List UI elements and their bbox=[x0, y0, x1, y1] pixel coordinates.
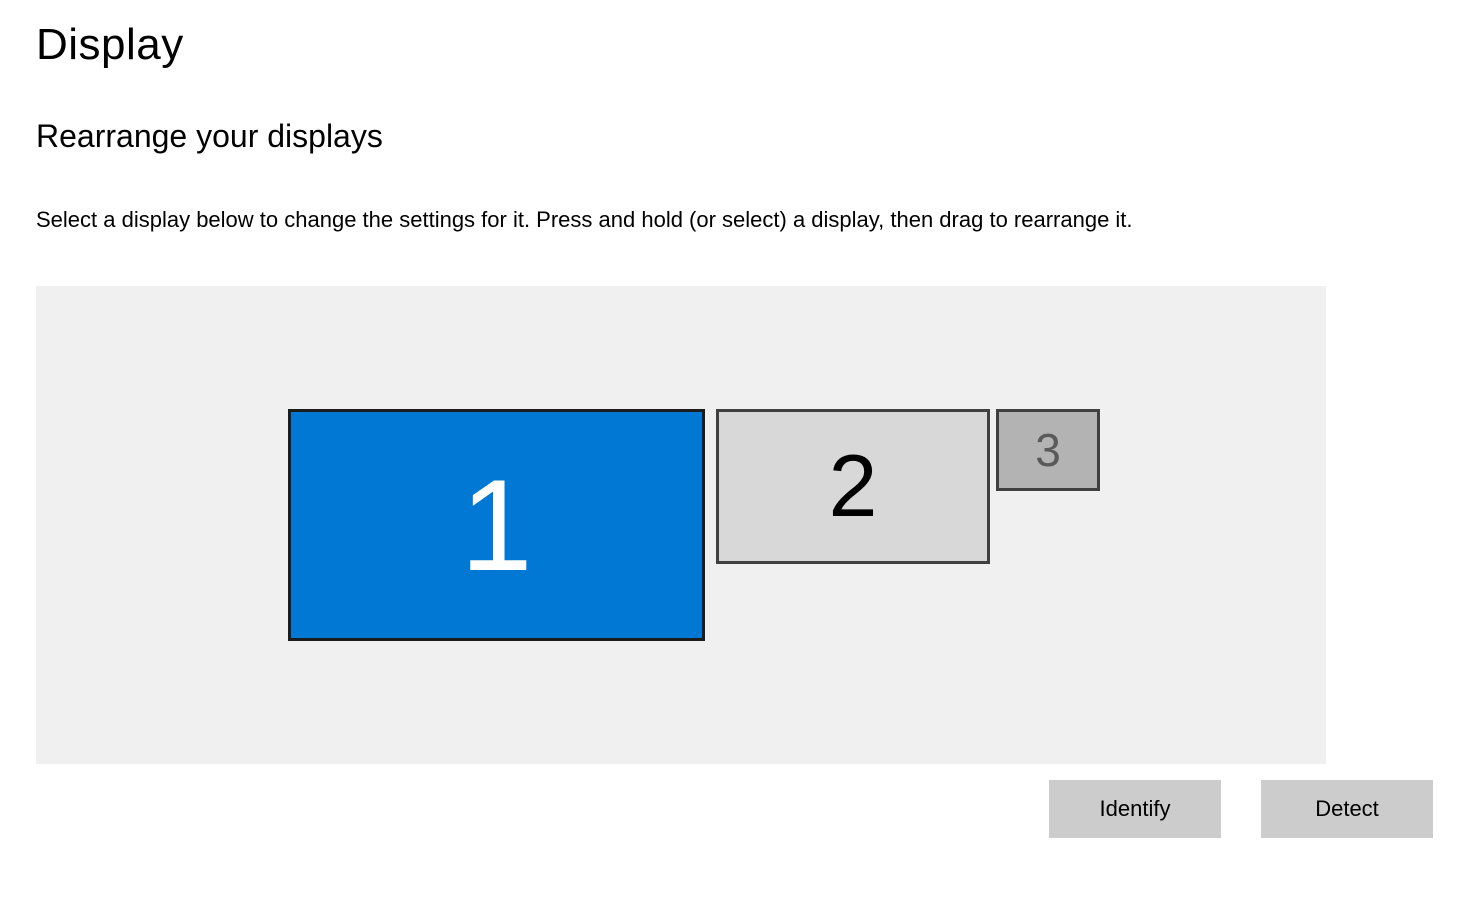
monitor-1[interactable]: 1 bbox=[288, 409, 705, 641]
page-title: Display bbox=[36, 20, 1433, 70]
button-row: Identify Detect bbox=[1049, 780, 1433, 838]
section-heading: Rearrange your displays bbox=[36, 118, 1433, 155]
monitor-2[interactable]: 2 bbox=[716, 409, 990, 564]
identify-button[interactable]: Identify bbox=[1049, 780, 1221, 838]
section-description: Select a display below to change the set… bbox=[36, 205, 1433, 236]
monitor-3[interactable]: 3 bbox=[996, 409, 1100, 491]
display-settings-page: Display Rearrange your displays Select a… bbox=[0, 0, 1469, 897]
display-arrangement-area[interactable]: 1 2 3 bbox=[36, 286, 1326, 764]
detect-button[interactable]: Detect bbox=[1261, 780, 1433, 838]
